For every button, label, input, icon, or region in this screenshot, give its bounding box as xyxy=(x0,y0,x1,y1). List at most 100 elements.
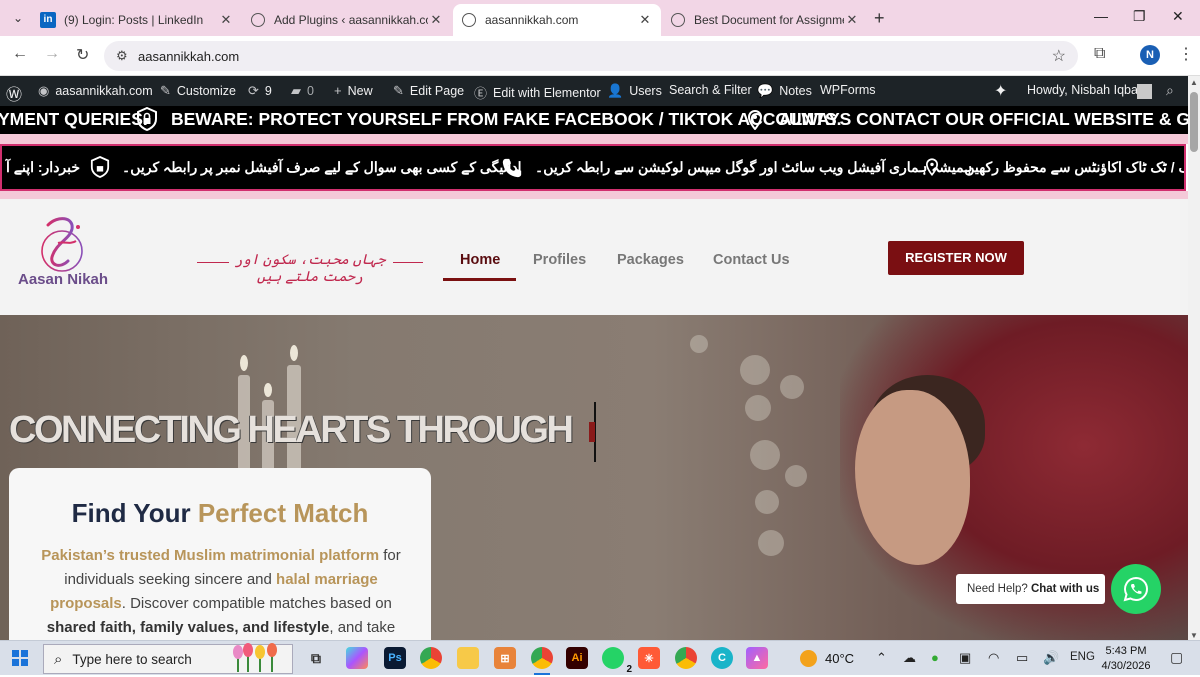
forward-arrow-icon[interactable]: → xyxy=(44,45,60,63)
scroll-up-arrow-icon[interactable]: ▲ xyxy=(1190,78,1198,87)
browser-toolbar: ← → ↻ ⚙ aasannikkah.com ☆ ⧉ N ⋮ xyxy=(0,36,1200,76)
tab-best-document[interactable]: Best Document for Assignment ✕ xyxy=(662,4,868,36)
app-icon[interactable]: ▲ xyxy=(746,647,768,669)
marquee-text: YMENT QUERIES. xyxy=(0,109,148,129)
app-icon xyxy=(670,12,686,28)
wifi-icon[interactable]: ◠ xyxy=(988,650,999,666)
close-icon[interactable]: ✕ xyxy=(844,12,860,28)
whatsapp-icon[interactable]: 2 xyxy=(602,647,632,675)
chat-help-bubble[interactable]: Need Help? Chat with us xyxy=(956,574,1105,604)
chrome-icon[interactable] xyxy=(675,647,697,669)
nav-contact-us[interactable]: Contact Us xyxy=(713,252,790,268)
wp-wpforms-link[interactable]: WPForms xyxy=(820,83,876,97)
typing-cursor xyxy=(586,402,596,462)
page-scrollbar[interactable]: ▲ ▼ xyxy=(1188,76,1200,642)
wp-customize-link[interactable]: ✎ Customize xyxy=(160,83,236,99)
browser-tab-strip: ⌄ in (9) Login: Posts | LinkedIn ✕ Add P… xyxy=(0,0,1200,36)
wp-site-link[interactable]: ◉ aasannikkah.com xyxy=(38,83,153,99)
map-pin-icon xyxy=(925,158,939,179)
battery-icon[interactable]: ▭ xyxy=(1016,650,1028,666)
language-indicator[interactable]: ENG xyxy=(1070,651,1095,663)
file-explorer-icon[interactable] xyxy=(457,647,479,669)
announcement-marquee-english: YMENT QUERIES. BEWARE: PROTECT YOURSELF … xyxy=(0,106,1188,134)
chevron-up-icon[interactable]: ⌃ xyxy=(876,650,887,666)
ai-sparkle-icon[interactable]: ✦ xyxy=(994,81,1007,101)
search-icon[interactable]: ⌕ xyxy=(1166,82,1174,99)
marquee-text: ہمیشہ ہماری آفیشل ویب سائٹ اور گوگل میپس… xyxy=(535,159,973,175)
wp-new-link[interactable]: + New xyxy=(334,83,373,98)
wp-account-menu[interactable]: Howdy, Nisbah Iqbal xyxy=(1027,83,1141,97)
cloud-icon[interactable]: ☁ xyxy=(903,650,916,666)
device-icon[interactable]: ▣ xyxy=(959,650,971,666)
tab-aasannikkah[interactable]: aasannikkah.com ✕ xyxy=(453,4,661,36)
notification-icon[interactable]: ▢ xyxy=(1170,649,1183,666)
register-now-button[interactable]: REGISTER NOW xyxy=(888,241,1024,275)
elementor-icon: Ⓔ xyxy=(474,86,488,101)
wp-edit-page-link[interactable]: ✎ Edit Page xyxy=(393,83,464,99)
bookmark-star-icon[interactable]: ☆ xyxy=(1052,46,1066,66)
app-icon[interactable]: ⊞ xyxy=(494,647,516,669)
close-icon[interactable]: ✕ xyxy=(428,12,444,28)
close-icon[interactable]: ✕ xyxy=(218,12,234,28)
url-text[interactable]: aasannikkah.com xyxy=(138,49,239,64)
scroll-down-arrow-icon[interactable]: ▼ xyxy=(1190,631,1198,640)
phone-icon xyxy=(501,157,523,182)
task-view-icon[interactable]: ⧉ xyxy=(305,647,327,669)
site-info-icon[interactable]: ⚙ xyxy=(116,48,128,64)
shield-lock-icon xyxy=(136,106,158,134)
tray-app-icon[interactable]: ● xyxy=(931,650,939,665)
photoshop-icon[interactable]: Ps xyxy=(384,647,406,669)
tab-linkedin[interactable]: in (9) Login: Posts | LinkedIn ✕ xyxy=(32,4,242,36)
marquee-text: خبردار: اپنے آ xyxy=(6,159,81,175)
new-tab-plus-icon[interactable]: + xyxy=(874,8,885,29)
wp-notes-link[interactable]: 💬 Notes xyxy=(757,83,812,99)
window-close-icon[interactable]: ✕ xyxy=(1172,8,1184,25)
windows-start-icon[interactable] xyxy=(12,650,28,666)
hero-section: CONNECTING HEARTS THROUGH Find Your Perf… xyxy=(0,315,1188,642)
whatsapp-chat-button[interactable] xyxy=(1111,564,1161,614)
logo-text: Aasan Nikah xyxy=(18,271,109,288)
address-bar[interactable]: ⚙ aasannikkah.com ☆ xyxy=(104,41,1078,71)
hero-intro-card: Find Your Perfect Match Pakistan’s trust… xyxy=(9,468,431,642)
announcement-marquee-urdu: خبردار: اپنے آ ادائیگی کے کسی بھی سوال ک… xyxy=(0,144,1186,191)
extensions-puzzle-icon[interactable]: ⧉ xyxy=(1094,45,1105,63)
chrome-profile-icon[interactable] xyxy=(531,647,553,669)
minimize-icon[interactable]: — xyxy=(1094,8,1108,24)
system-clock[interactable]: 5:43 PM 4/30/2026 xyxy=(1100,644,1152,674)
windows-taskbar: ⌕ Type here to search ⧉ Ps ⊞ Ai 2 ✳ C ▲ … xyxy=(0,640,1200,675)
map-pin-icon xyxy=(747,109,763,134)
tab-add-plugins[interactable]: Add Plugins ‹ aasannikkah.com ✕ xyxy=(242,4,452,36)
nav-packages[interactable]: Packages xyxy=(617,252,684,268)
wp-elementor-link[interactable]: Ⓔ Edit with Elementor xyxy=(474,83,601,102)
wp-search-filter-link[interactable]: Search & Filter xyxy=(669,83,752,97)
avatar[interactable] xyxy=(1137,84,1152,99)
pencil-icon: ✎ xyxy=(393,83,404,98)
tab-search-menu-icon[interactable]: ⌄ xyxy=(8,9,28,27)
search-icon: ⌕ xyxy=(54,650,63,668)
nav-active-underline xyxy=(443,278,516,281)
chat-bubble-icon: 💬 xyxy=(757,83,774,98)
browser-menu-icon[interactable]: ⋮ xyxy=(1178,44,1194,64)
chrome-icon[interactable] xyxy=(420,647,442,669)
marquee-text: بک / ٹک ٹاک اکاؤنٹس سے محفوظ رکھیں۔ xyxy=(956,159,1186,175)
profile-avatar[interactable]: N xyxy=(1140,45,1160,65)
wp-updates-link[interactable]: ⟳ 9 xyxy=(248,83,272,99)
wordpress-logo-icon[interactable]: Ⓦ xyxy=(6,81,22,105)
scrollbar-thumb[interactable] xyxy=(1190,92,1198,152)
reload-icon[interactable]: ↻ xyxy=(76,45,89,65)
illustrator-icon[interactable]: Ai xyxy=(566,647,588,669)
canva-icon[interactable]: C xyxy=(711,647,733,669)
volume-icon[interactable]: 🔊 xyxy=(1043,650,1059,666)
spark-app-icon[interactable]: ✳ xyxy=(638,647,660,669)
nav-profiles[interactable]: Profiles xyxy=(533,252,586,268)
nav-home[interactable]: Home xyxy=(460,252,500,268)
urdu-tagline: جہاں محبت، سکون اور رحمت ملتے ہیں xyxy=(197,249,423,284)
dashboard-icon: ◉ xyxy=(38,83,50,98)
close-icon[interactable]: ✕ xyxy=(637,12,653,28)
copilot-icon[interactable] xyxy=(346,647,368,669)
wp-comments-link[interactable]: ▰ 0 xyxy=(291,83,314,99)
back-arrow-icon[interactable]: ← xyxy=(12,45,28,63)
restore-icon[interactable]: ❐ xyxy=(1133,8,1146,25)
wp-users-link[interactable]: 👤 Users xyxy=(607,83,662,99)
weather-widget[interactable]: 40°C xyxy=(800,650,854,667)
